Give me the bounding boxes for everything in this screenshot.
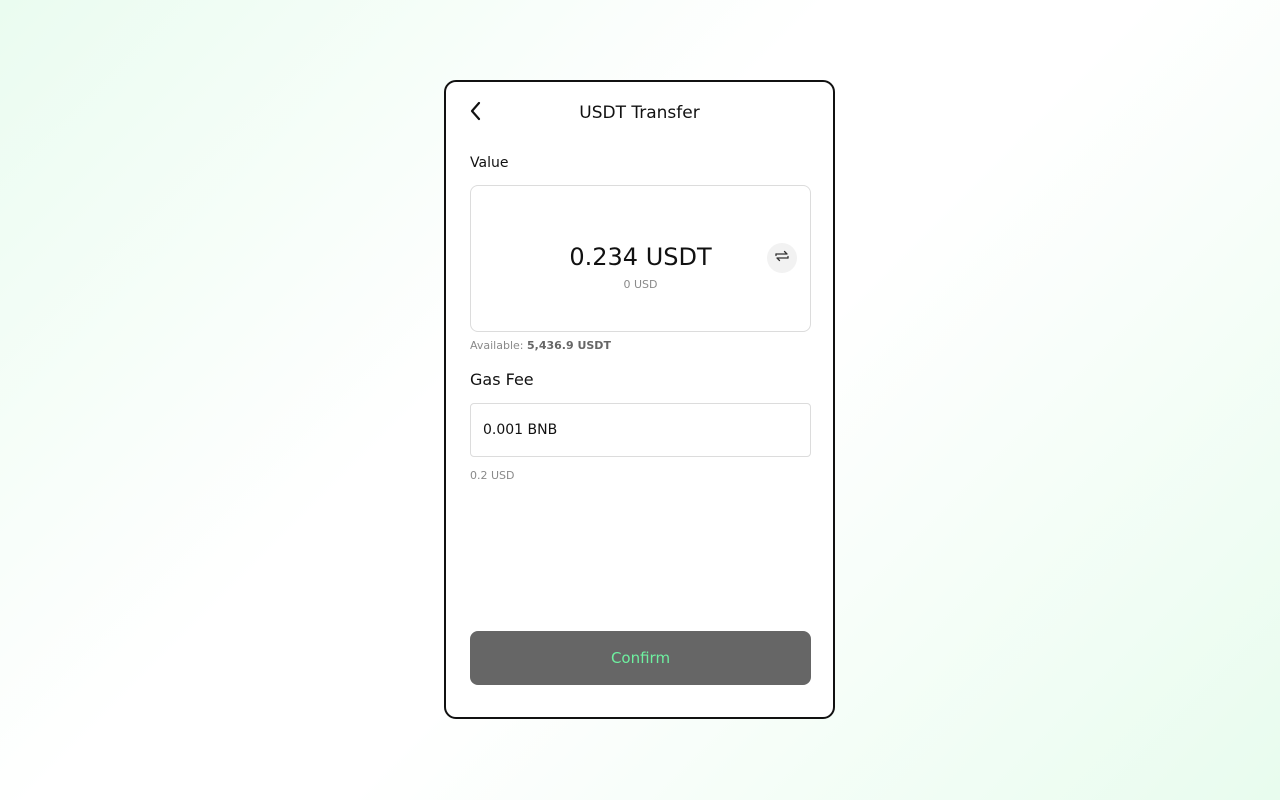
available-label: Available: [470,339,524,352]
page-title: USDT Transfer [579,103,700,123]
confirm-button[interactable]: Confirm [470,631,811,685]
value-input-box[interactable]: 0.234 USDT 0 USD [470,185,811,332]
swap-currency-button[interactable] [767,243,797,273]
swap-arrows-icon [774,248,790,268]
value-label: Value [470,155,509,171]
gas-fee-field[interactable]: 0.001 BNB [470,403,811,457]
gas-fee-usd: 0.2 USD [470,469,515,482]
header: USDT Transfer [446,100,833,126]
transfer-amount[interactable]: 0.234 USDT [471,241,810,273]
available-balance: Available: 5,436.9 USDT [470,339,611,352]
transfer-amount-usd: 0 USD [623,278,658,291]
available-value: 5,436.9 USDT [527,339,611,352]
transfer-card: USDT Transfer Value 0.234 USDT 0 USD Ava… [444,80,835,719]
gas-fee-label: Gas Fee [470,370,534,389]
gas-fee-value: 0.001 BNB [483,422,558,438]
